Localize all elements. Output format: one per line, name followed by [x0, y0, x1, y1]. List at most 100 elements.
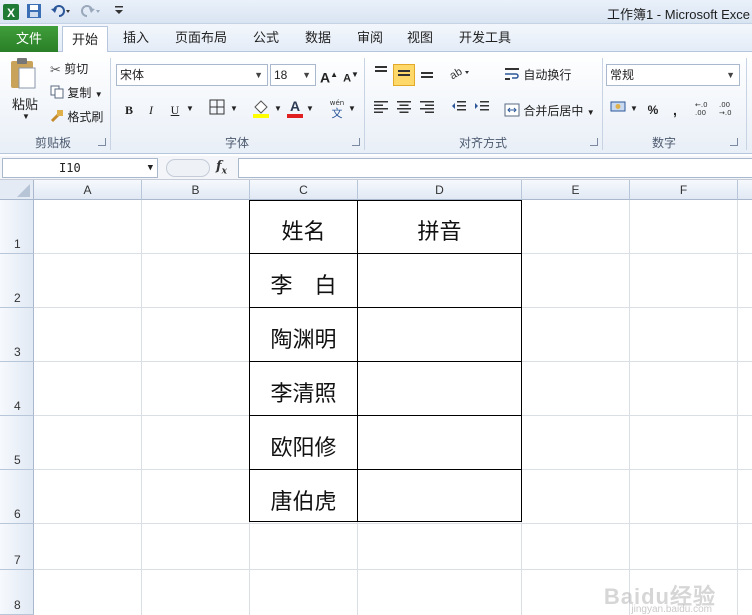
clipboard-launcher-icon[interactable]	[98, 138, 106, 146]
chevron-down-icon: ▼	[147, 163, 153, 173]
number-launcher-icon[interactable]	[730, 138, 738, 146]
borders-dropdown-icon[interactable]: ▼	[230, 104, 238, 113]
row-header[interactable]: 7	[0, 524, 34, 570]
name-cell[interactable]: 李清照	[250, 376, 357, 408]
row-header[interactable]: 5	[0, 416, 34, 470]
tab-formulas[interactable]: 公式	[244, 24, 288, 52]
paste-dropdown-icon[interactable]: ▼	[22, 112, 30, 121]
align-left-icon[interactable]	[370, 99, 392, 121]
name-cell[interactable]: 唐伯虎	[250, 484, 357, 516]
orientation-icon[interactable]: ab	[448, 64, 470, 86]
ribbon-tabs: 文件 开始 插入 页面布局 公式 数据 审阅 视图 开发工具	[0, 24, 752, 53]
select-all-corner[interactable]	[0, 180, 34, 200]
bold-button[interactable]: B	[118, 99, 140, 121]
table-border	[249, 361, 522, 362]
chevron-down-icon: ▼	[726, 70, 735, 80]
alignment-launcher-icon[interactable]	[590, 138, 598, 146]
decrease-indent-icon[interactable]	[448, 99, 470, 121]
decrease-decimal-icon[interactable]: .00 →.0	[718, 99, 740, 121]
alignment-group-label: 对齐方式	[458, 136, 507, 150]
svg-text:.00: .00	[695, 109, 706, 117]
name-cell[interactable]: 陶渊明	[250, 322, 357, 354]
fill-color-dropdown-icon[interactable]: ▼	[274, 104, 282, 113]
svg-text:wén: wén	[330, 99, 344, 107]
underline-button[interactable]: U	[164, 99, 186, 121]
insert-function-icon[interactable]: fx	[216, 159, 227, 177]
copy-icon	[50, 85, 64, 102]
redo-icon[interactable]	[80, 3, 102, 21]
tab-insert[interactable]: 插入	[114, 24, 158, 52]
ribbon-home: 粘贴 ▼ ✂ 剪切 复制 ▼ 格式刷 剪贴板 宋体 ▼ 18 ▼ A▲ A▼ B I…	[0, 52, 752, 154]
grow-font-icon[interactable]: A▲	[318, 64, 340, 86]
row-header[interactable]: 3	[0, 308, 34, 362]
italic-button[interactable]: I	[140, 99, 162, 121]
row-header[interactable]: 4	[0, 362, 34, 416]
formula-input[interactable]	[238, 158, 752, 178]
row-header[interactable]: 2	[0, 254, 34, 308]
column-header[interactable]: D	[358, 180, 522, 200]
number-format-select[interactable]: 常规 ▼	[606, 64, 740, 86]
phonetic-dropdown-icon[interactable]: ▼	[348, 104, 356, 113]
tab-home[interactable]: 开始	[62, 26, 108, 53]
font-color-dropdown-icon[interactable]: ▼	[306, 104, 314, 113]
tab-file[interactable]: 文件	[0, 26, 58, 52]
paste-label[interactable]: 粘贴	[12, 94, 38, 113]
align-bottom-icon[interactable]	[416, 64, 438, 86]
header-cell-name[interactable]: 姓名	[250, 214, 357, 246]
increase-indent-icon[interactable]	[471, 99, 493, 121]
row-header[interactable]: 1	[0, 200, 34, 254]
align-right-icon[interactable]	[416, 99, 438, 121]
header-cell-pinyin[interactable]: 拼音	[358, 214, 521, 246]
tab-view[interactable]: 视图	[398, 24, 442, 52]
tab-developer[interactable]: 开发工具	[452, 24, 518, 52]
name-cell[interactable]: 欧阳修	[250, 430, 357, 462]
wrap-text-button[interactable]: 自动换行	[504, 66, 571, 85]
table-border	[249, 469, 522, 470]
name-cell[interactable]: 李 白	[250, 268, 357, 300]
column-header[interactable]: C	[250, 180, 358, 200]
customize-icon[interactable]	[114, 4, 124, 22]
font-name-select[interactable]: 宋体 ▼	[116, 64, 268, 86]
tab-data[interactable]: 数据	[296, 24, 340, 52]
tab-review[interactable]: 审阅	[348, 24, 392, 52]
underline-dropdown-icon[interactable]: ▼	[186, 104, 194, 113]
worksheet-grid[interactable]: A B C D E F 1 2 3 4 5 6 7 8 姓名 拼音 李 白 陶渊…	[0, 180, 752, 615]
align-center-icon[interactable]	[393, 99, 415, 121]
format-painter-button[interactable]: 格式刷	[50, 108, 103, 126]
borders-icon[interactable]	[206, 99, 228, 121]
font-launcher-icon[interactable]	[352, 138, 360, 146]
column-header[interactable]: B	[142, 180, 250, 200]
svg-text:A: A	[290, 98, 300, 114]
name-box[interactable]: I10 ▼	[2, 158, 158, 178]
column-header[interactable]: A	[34, 180, 142, 200]
merge-dropdown-icon[interactable]: ▼	[587, 108, 595, 117]
column-header[interactable]: E	[522, 180, 630, 200]
column-header[interactable]: F	[630, 180, 738, 200]
currency-dropdown-icon[interactable]: ▼	[630, 104, 638, 113]
align-middle-icon[interactable]	[393, 64, 415, 86]
percent-button[interactable]: %	[642, 99, 664, 121]
copy-dropdown-icon[interactable]: ▼	[95, 90, 103, 99]
fill-color-icon[interactable]	[250, 97, 272, 119]
paste-button[interactable]	[8, 56, 38, 93]
font-color-icon[interactable]: A	[284, 97, 306, 119]
increase-decimal-icon[interactable]: ←.0.00	[694, 99, 716, 121]
formula-bar-resize-handle[interactable]	[166, 159, 210, 177]
currency-icon[interactable]	[608, 99, 630, 121]
tab-page-layout[interactable]: 页面布局	[168, 24, 234, 52]
column-header[interactable]	[738, 180, 752, 200]
row-header[interactable]: 8	[0, 570, 34, 615]
row-header[interactable]: 6	[0, 470, 34, 524]
align-top-icon[interactable]	[370, 64, 392, 86]
merge-center-button[interactable]: 合并后居中 ▼	[504, 102, 595, 121]
copy-button[interactable]: 复制 ▼	[50, 84, 103, 102]
font-size-select[interactable]: 18 ▼	[270, 64, 316, 86]
undo-icon[interactable]	[50, 3, 72, 21]
phonetic-guide-icon[interactable]: wén 文	[326, 97, 348, 120]
comma-button[interactable]: ,	[664, 99, 686, 121]
shrink-font-icon[interactable]: A▼	[340, 64, 362, 86]
group-divider	[746, 58, 747, 150]
cut-button[interactable]: ✂ 剪切	[50, 60, 88, 78]
save-icon[interactable]	[26, 3, 42, 21]
chevron-down-icon: ▼	[302, 70, 311, 80]
